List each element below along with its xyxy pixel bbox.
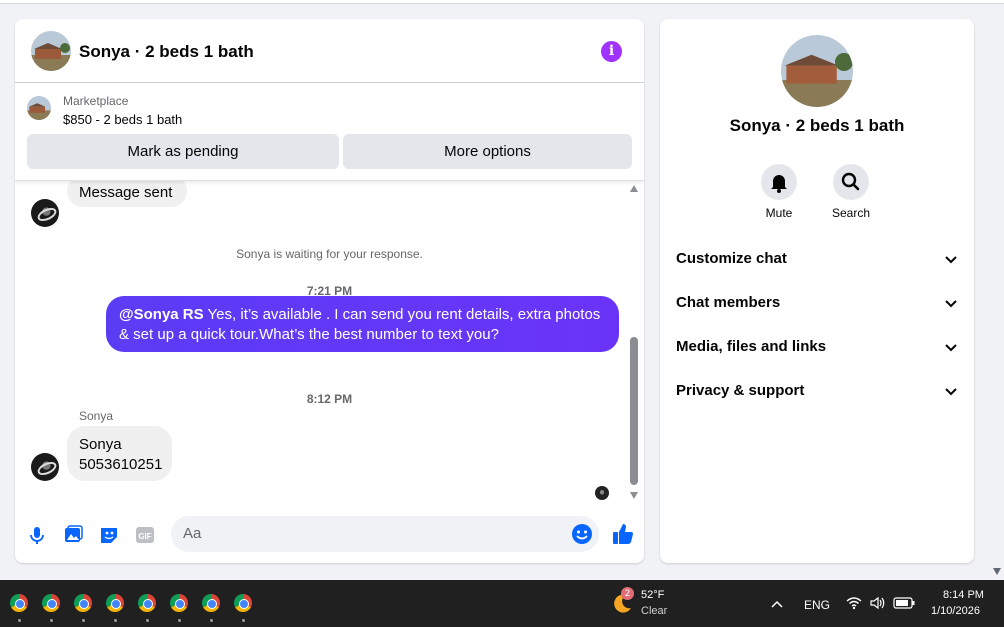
chrome-icon[interactable] (202, 594, 220, 612)
running-indicator (210, 619, 213, 622)
section-label: Privacy & support (676, 382, 805, 399)
speaker-icon[interactable] (869, 596, 885, 610)
page-scroll-down-arrow-icon[interactable] (993, 568, 1001, 575)
chat-title[interactable]: Sonya · 2 beds 1 bath (79, 42, 254, 62)
chevron-down-icon (945, 344, 957, 352)
scroll-up-arrow-icon[interactable] (630, 185, 638, 192)
message-text: Sonya (79, 436, 122, 453)
more-options-button[interactable]: More options (343, 134, 632, 169)
section-customize-chat[interactable]: Customize chat (676, 250, 960, 272)
marketplace-listing-bar: Marketplace $850 - 2 beds 1 bath Mark as… (15, 83, 644, 181)
sticker-icon[interactable] (98, 524, 120, 546)
language-indicator[interactable]: ENG (804, 598, 830, 612)
timestamp: 8:12 PM (306, 392, 353, 406)
section-privacy-support[interactable]: Privacy & support (676, 382, 960, 404)
running-indicator (242, 619, 245, 622)
section-chat-members[interactable]: Chat members (676, 294, 960, 316)
mark-as-pending-button[interactable]: Mark as pending (27, 134, 339, 169)
running-indicator (146, 619, 149, 622)
running-indicator (50, 619, 53, 622)
chrome-icon[interactable] (42, 594, 60, 612)
message-input[interactable]: Aa (171, 516, 599, 552)
battery-icon[interactable] (893, 597, 915, 609)
search-button[interactable] (833, 164, 869, 200)
mute-button[interactable] (761, 164, 797, 200)
section-media-files-links[interactable]: Media, files and links (676, 338, 960, 360)
mute-label: Mute (765, 206, 793, 220)
gif-icon[interactable]: GIF (134, 524, 156, 546)
temperature[interactable]: 52°F (641, 589, 664, 601)
chevron-up-icon[interactable] (771, 599, 783, 609)
chevron-down-icon (945, 300, 957, 308)
gif-label: GIF (138, 532, 151, 541)
running-indicator (114, 619, 117, 622)
listing-price[interactable]: $850 - 2 beds 1 bath (63, 112, 182, 127)
chrome-icon[interactable] (170, 594, 188, 612)
marketplace-label: Marketplace (63, 94, 129, 108)
info-icon[interactable]: i (601, 41, 622, 62)
contact-avatar[interactable] (31, 199, 59, 227)
weather-badge: 2 (621, 587, 634, 600)
running-indicator (82, 619, 85, 622)
chrome-icon[interactable] (138, 594, 156, 612)
clock-time[interactable]: 8:14 PM (943, 589, 984, 601)
waiting-notice: Sonya is waiting for your response. (236, 247, 423, 261)
photo-icon[interactable] (62, 524, 84, 546)
chrome-icon[interactable] (10, 594, 28, 612)
section-label: Chat members (676, 294, 781, 311)
chrome-icon[interactable] (234, 594, 252, 612)
message-scrollbar[interactable] (627, 181, 641, 511)
message-bubble-incoming: Sonya 5053610251 (67, 426, 172, 481)
running-indicator (18, 619, 21, 622)
listing-thumbnail[interactable] (27, 96, 51, 120)
section-label: Media, files and links (676, 338, 827, 355)
scroll-down-arrow-icon[interactable] (630, 492, 638, 499)
chat-header: Sonya · 2 beds 1 bath i (15, 19, 644, 83)
weather-condition[interactable]: Clear (641, 605, 667, 617)
microphone-icon[interactable] (26, 524, 48, 546)
phone-number: 5053610251 (79, 456, 163, 473)
clock-date[interactable]: 1/10/2026 (931, 605, 980, 617)
windows-taskbar: 2 52°F Clear ENG 8:14 PM 1/10/2026 (0, 580, 1004, 627)
browser-top-edge (0, 0, 1004, 4)
chevron-down-icon (945, 388, 957, 396)
message-text: Message sent (79, 184, 173, 201)
wifi-icon[interactable] (846, 596, 862, 610)
scrollbar-thumb[interactable] (630, 337, 638, 485)
running-indicator (178, 619, 181, 622)
section-label: Customize chat (676, 250, 787, 267)
conversation-info-panel: Sonya · 2 beds 1 bath Mute Search Custom… (660, 19, 974, 563)
thumbs-up-icon[interactable] (611, 522, 635, 546)
search-icon (841, 172, 860, 191)
chat-avatar[interactable] (31, 31, 71, 71)
message-input-placeholder: Aa (183, 525, 202, 542)
chevron-down-icon (945, 256, 957, 264)
emoji-icon[interactable] (571, 523, 593, 545)
conversation-avatar[interactable] (781, 35, 853, 107)
chat-panel: Sonya · 2 beds 1 bath i Marketplace $850… (15, 19, 644, 563)
mention[interactable]: @Sonya RS (119, 306, 204, 323)
bell-icon (771, 175, 787, 193)
chrome-icon[interactable] (106, 594, 124, 612)
conversation-title: Sonya · 2 beds 1 bath (729, 116, 905, 135)
message-bubble-outgoing: @Sonya RS Yes, it’s available . I can se… (106, 296, 619, 352)
seen-indicator-avatar (595, 486, 609, 500)
sender-name: Sonya (79, 409, 114, 423)
message-list: Message sent Sonya is waiting for your r… (15, 181, 644, 511)
contact-avatar[interactable] (31, 453, 59, 481)
chrome-icon[interactable] (74, 594, 92, 612)
message-bubble-incoming: Message sent (67, 181, 187, 207)
message-composer: GIF Aa (15, 514, 644, 563)
search-label: Search (831, 206, 871, 220)
